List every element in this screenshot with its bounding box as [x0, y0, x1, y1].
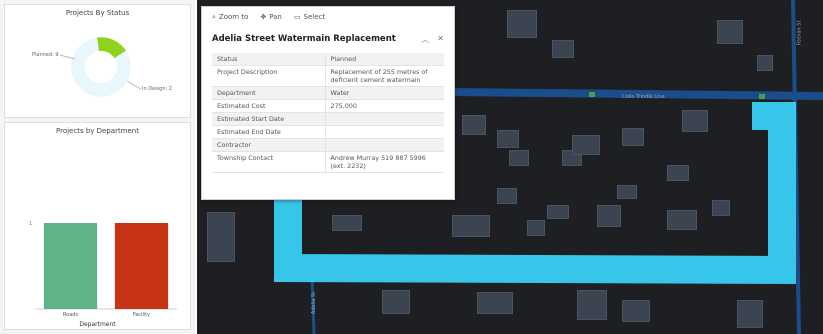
select-label: Select [303, 13, 326, 21]
y-tick-label: 1 [29, 221, 32, 227]
x-tick-label: Roads [63, 312, 79, 318]
x-axis-title: Department [79, 321, 116, 328]
pan-icon: ✥ [260, 13, 267, 21]
road-label-right: Feenan St [796, 20, 803, 46]
dashboard-panel: Projects By Status Planned: 9 In Design:… [0, 0, 195, 334]
collapse-icon[interactable]: ︿ [421, 34, 429, 45]
table-row: Estimated Start Date [212, 112, 444, 126]
x-tick-label: Facility [133, 312, 150, 318]
table-row: Department Water [212, 86, 444, 100]
zoom-to-button[interactable]: ⌕ Zoom to [212, 13, 248, 22]
table-row: Township Contact Andrew Murray 519 887 59… [212, 151, 444, 173]
close-icon[interactable]: ✕ [437, 34, 444, 45]
planned-slice-label: Planned: 9 [32, 52, 59, 58]
zoom-to-label: Zoom to [218, 13, 249, 21]
road-label-bottom: Adelia St [311, 291, 318, 315]
popup-toolbar: ⌕ Zoom to ✥ Pan ▭ Select [202, 7, 454, 27]
road-marker-1 [759, 94, 765, 99]
select-icon: ▭ [293, 13, 301, 21]
feature-popup: ⌕ Zoom to ✥ Pan ▭ Select Adelia Street W… [201, 6, 455, 200]
attributes-table: Status Planned Project Description Replace… [212, 53, 444, 173]
road-marker-2 [589, 92, 595, 97]
in-design-slice-label: In Design: 2 [142, 86, 172, 92]
road-label-top: Colin Trindle Line [622, 94, 665, 100]
popup-title: Adelia Street Watermain Replacement [212, 34, 396, 44]
department-chart-card: Projects by Department 1 Roads Facility De… [4, 122, 191, 330]
pan-button[interactable]: ✥ Pan [260, 13, 282, 21]
pan-label: Pan [269, 13, 282, 21]
in-design-leader-line [126, 80, 142, 90]
zoom-icon: ⌕ [212, 12, 216, 21]
table-row: Estimated End Date [212, 125, 444, 139]
table-row: Project Description Replacement of 255 me… [212, 65, 444, 87]
status-donut-chart[interactable] [5, 5, 192, 119]
status-chart-card: Projects By Status Planned: 9 In Design:… [4, 4, 191, 118]
popup-actions: ︿ ✕ [421, 34, 444, 45]
department-bar-chart[interactable]: 1 Roads Facility [5, 123, 192, 331]
bar-roads[interactable] [43, 223, 98, 309]
bar-facility[interactable] [114, 223, 169, 309]
table-row: Contractor [212, 138, 444, 152]
select-button[interactable]: ▭ Select [294, 13, 325, 21]
table-row: Status Planned [212, 53, 444, 66]
table-row: Estimated Cost 275,000 [212, 99, 444, 113]
